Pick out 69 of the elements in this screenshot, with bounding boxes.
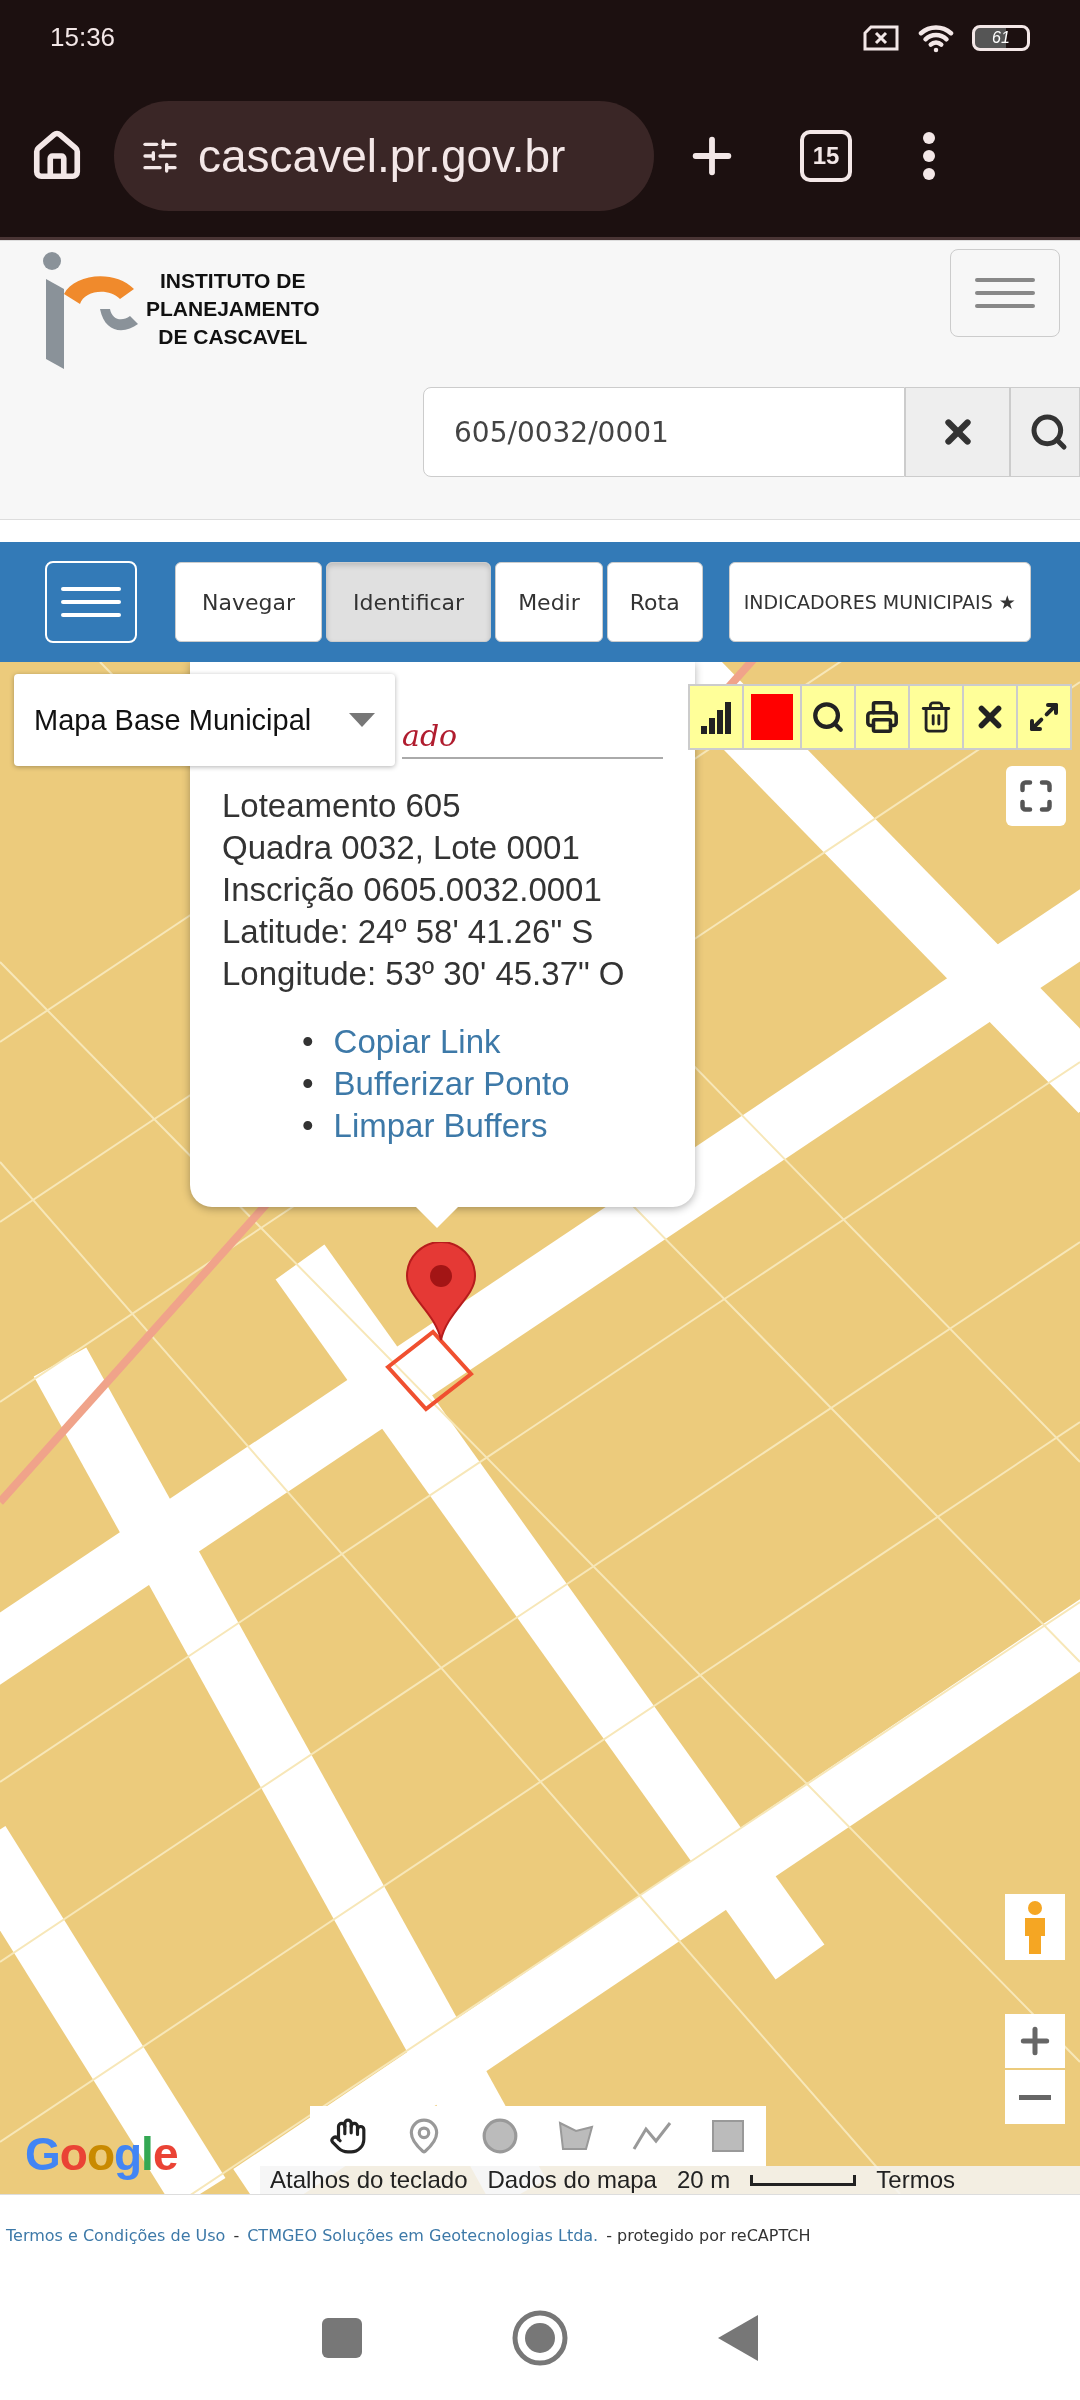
signal-bars-button[interactable] [688,684,744,750]
popup-text: Loteamento 605 [222,786,462,826]
footer-text: - protegido por reCAPTCH [606,2225,811,2245]
search-button[interactable] [1010,387,1080,477]
attribution-link[interactable]: Atalhos do teclado [270,2166,468,2194]
tab[interactable]: INDICADORES MUNICIPAIS ★ [728,562,1031,642]
close-button[interactable] [962,684,1018,750]
bullet: • [302,1022,314,1062]
logo-text: INSTITUTO DE PLANEJAMENTO DE CASCAVEL [146,268,320,350]
logo-icon [40,249,140,369]
color-swatch-button[interactable] [742,684,802,750]
scale-label: 20 m [676,2166,731,2194]
popup-link[interactable]: Bufferizar Ponto [333,1063,570,1105]
popup-link[interactable]: Copiar Link [333,1021,501,1063]
hand-icon [329,2117,367,2155]
bar-chart-icon [701,700,731,734]
footer-link[interactable]: Termos e Condições de Uso [6,2225,226,2245]
back-button[interactable] [718,2314,758,2361]
status-time: 15:36 [50,22,116,53]
url-text: cascavel.pr.gov.br [198,129,566,183]
tab[interactable]: Rota [606,562,703,642]
sim-icon [862,23,900,52]
expand-icon [1028,701,1060,733]
tab[interactable]: Navegar [175,562,322,642]
tab-count-button[interactable]: 15 [800,130,852,182]
footer-link[interactable]: CTMGEO Soluções em Geotecnologias Ltda. [247,2225,599,2245]
color-swatch-icon [751,694,793,740]
minus-icon [1019,2094,1051,2100]
zoom-out-button[interactable] [1005,2070,1065,2124]
printer-icon [865,700,899,734]
delete-button[interactable] [908,684,964,750]
search-icon [811,700,845,734]
tab[interactable]: Identificar [326,562,492,642]
fullscreen-button[interactable] [1006,766,1066,826]
popup-text: Inscrição 0605.0032.0001 [222,870,603,910]
address-bar[interactable]: cascavel.pr.gov.br [114,101,654,211]
caret-icon [349,713,375,727]
menu-button[interactable] [922,131,936,181]
popup-title: ado [402,718,458,755]
footer-text: - [233,2225,240,2245]
search-icon [1029,412,1069,452]
bullet: • [302,1106,314,1146]
square-icon [711,2119,745,2153]
battery-icon: 61 [972,24,1030,51]
circle-icon [481,2117,519,2155]
print-button[interactable] [854,684,910,750]
map-pin-icon [405,1242,477,1342]
recents-button[interactable] [322,2317,362,2358]
bullet: • [302,1064,314,1104]
line-icon [632,2121,672,2151]
attribution-link[interactable]: Dados do mapa [487,2166,657,2194]
popup-link[interactable]: Limpar Buffers [333,1105,548,1147]
terms-link[interactable]: Termos [876,2166,955,2194]
popup-text: Quadra 0032, Lote 0001 [222,828,581,868]
popup-text: Longitude: 53º 30' 45.37" O [222,954,626,994]
polygon-icon [557,2120,595,2152]
expand-button[interactable] [1016,684,1072,750]
zoom-in-button[interactable] [1005,2014,1065,2068]
map-logo: Google [25,2127,178,2181]
fullscreen-icon [1018,778,1054,814]
popup-text: Latitude: 24º 58' 41.26" S [222,912,595,952]
site-settings-icon[interactable] [140,136,180,176]
clear-button[interactable] [905,387,1010,477]
layer-dropdown[interactable]: Mapa Base Municipal [14,674,395,766]
more-icon [922,131,936,181]
tab[interactable]: Medir [495,562,603,642]
search-button[interactable] [800,684,856,750]
trash-icon [919,700,953,734]
search-field[interactable]: 605/0032/0001 [423,387,905,477]
